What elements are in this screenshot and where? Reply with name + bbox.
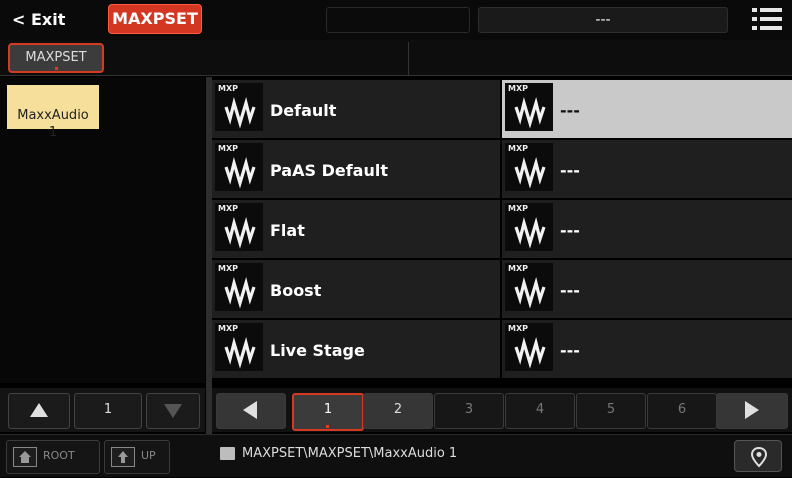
- preset-slot[interactable]: MXP Flat: [212, 200, 502, 260]
- waves-logo-icon: MXP: [505, 203, 553, 251]
- tab-maxpset[interactable]: MAXPSET: [8, 43, 104, 73]
- up-folder-icon: [111, 447, 135, 467]
- preset-name: ---: [560, 281, 580, 300]
- tab-divider: [408, 42, 409, 76]
- page-button-1[interactable]: 1: [292, 393, 364, 431]
- preset-name: Flat: [270, 221, 305, 240]
- up-button[interactable]: UP: [104, 440, 170, 474]
- preset-name: ---: [560, 221, 580, 240]
- page-button-6[interactable]: 6: [647, 393, 717, 429]
- waves-logo-icon: MXP: [505, 83, 553, 131]
- page-button-2[interactable]: 2: [363, 393, 433, 429]
- title-field-right: ---: [478, 7, 728, 33]
- waves-logo-icon: MXP: [505, 263, 553, 311]
- waves-logo-icon: MXP: [215, 83, 263, 131]
- page-button-4[interactable]: 4: [505, 393, 575, 429]
- preset-name: Boost: [270, 281, 322, 300]
- location-pin-icon: [750, 446, 768, 468]
- arrow-right-icon: [745, 401, 759, 419]
- page-label: 1: [323, 402, 333, 417]
- preset-name: ---: [560, 101, 580, 120]
- preset-slot[interactable]: MXP ---: [502, 260, 792, 320]
- root-button[interactable]: ROOT: [6, 440, 100, 474]
- preset-slot[interactable]: MXP ---: [502, 140, 792, 200]
- scroll-up-button[interactable]: [8, 393, 70, 429]
- preset-badge: MXP: [218, 84, 238, 93]
- location-pin-button[interactable]: [734, 440, 782, 472]
- tab-label: MAXPSET: [25, 50, 87, 65]
- preset-slot[interactable]: MXP ---: [502, 200, 792, 260]
- root-label: ROOT: [43, 449, 75, 462]
- page-label: 3: [464, 402, 474, 417]
- prev-page-button[interactable]: [216, 393, 286, 429]
- preset-badge: MXP: [218, 144, 238, 153]
- preset-badge: MXP: [508, 204, 528, 213]
- title-field-left: [326, 7, 470, 33]
- preset-slot[interactable]: MXP Live Stage: [212, 320, 502, 380]
- next-page-button[interactable]: [716, 393, 788, 429]
- preset-name: PaAS Default: [270, 161, 388, 180]
- home-folder-icon: [13, 447, 37, 467]
- arrow-left-icon: [243, 401, 257, 419]
- exit-button[interactable]: < Exit: [6, 6, 96, 34]
- preset-slot[interactable]: MXP Default: [212, 80, 502, 140]
- waves-logo-icon: MXP: [215, 263, 263, 311]
- arrow-up-icon: [30, 403, 48, 417]
- mode-button[interactable]: MAXPSET: [108, 4, 202, 34]
- waves-logo-icon: MXP: [215, 203, 263, 251]
- page-active-marker: [326, 425, 329, 428]
- waves-logo-icon: MXP: [215, 323, 263, 371]
- folder-item-maxxaudio-1[interactable]: MaxxAudio 1: [7, 85, 99, 140]
- preset-slot[interactable]: MXP ---: [502, 320, 792, 380]
- preset-badge: MXP: [218, 204, 238, 213]
- folder-icon: [220, 447, 235, 460]
- menu-list-icon[interactable]: [752, 8, 782, 30]
- waves-logo-icon: MXP: [215, 143, 263, 191]
- preset-slot[interactable]: MXP Boost: [212, 260, 502, 320]
- scroll-down-button[interactable]: [146, 393, 200, 429]
- tab-row: [0, 40, 792, 76]
- preset-grid: MXP Default MXP --- MXP PaAS Default MXP --- MXP…: [212, 80, 792, 385]
- page-label: 5: [606, 402, 616, 417]
- preset-name: Live Stage: [270, 341, 365, 360]
- preset-name: ---: [560, 161, 580, 180]
- waves-logo-icon: MXP: [505, 143, 553, 191]
- preset-badge: MXP: [508, 324, 528, 333]
- waves-logo-icon: MXP: [505, 323, 553, 371]
- page-button-5[interactable]: 5: [576, 393, 646, 429]
- folder-page-indicator: 1: [74, 393, 142, 429]
- preset-slot[interactable]: MXP ---: [502, 80, 792, 140]
- preset-badge: MXP: [218, 264, 238, 273]
- page-label: 4: [535, 402, 545, 417]
- arrow-down-icon: [164, 404, 182, 418]
- tab-active-marker: [55, 67, 58, 70]
- path-display: MAXPSET\MAXPSET\MaxxAudio 1: [220, 444, 720, 468]
- preset-badge: MXP: [508, 84, 528, 93]
- preset-name: Default: [270, 101, 337, 120]
- up-label: UP: [141, 449, 156, 462]
- preset-name: ---: [560, 341, 580, 360]
- preset-badge: MXP: [508, 264, 528, 273]
- page-button-3[interactable]: 3: [434, 393, 504, 429]
- page-label: 2: [393, 402, 403, 417]
- preset-badge: MXP: [218, 324, 238, 333]
- preset-slot[interactable]: MXP PaAS Default: [212, 140, 502, 200]
- page-label: 6: [677, 402, 687, 417]
- preset-badge: MXP: [508, 144, 528, 153]
- path-text: MAXPSET\MAXPSET\MaxxAudio 1: [242, 446, 458, 461]
